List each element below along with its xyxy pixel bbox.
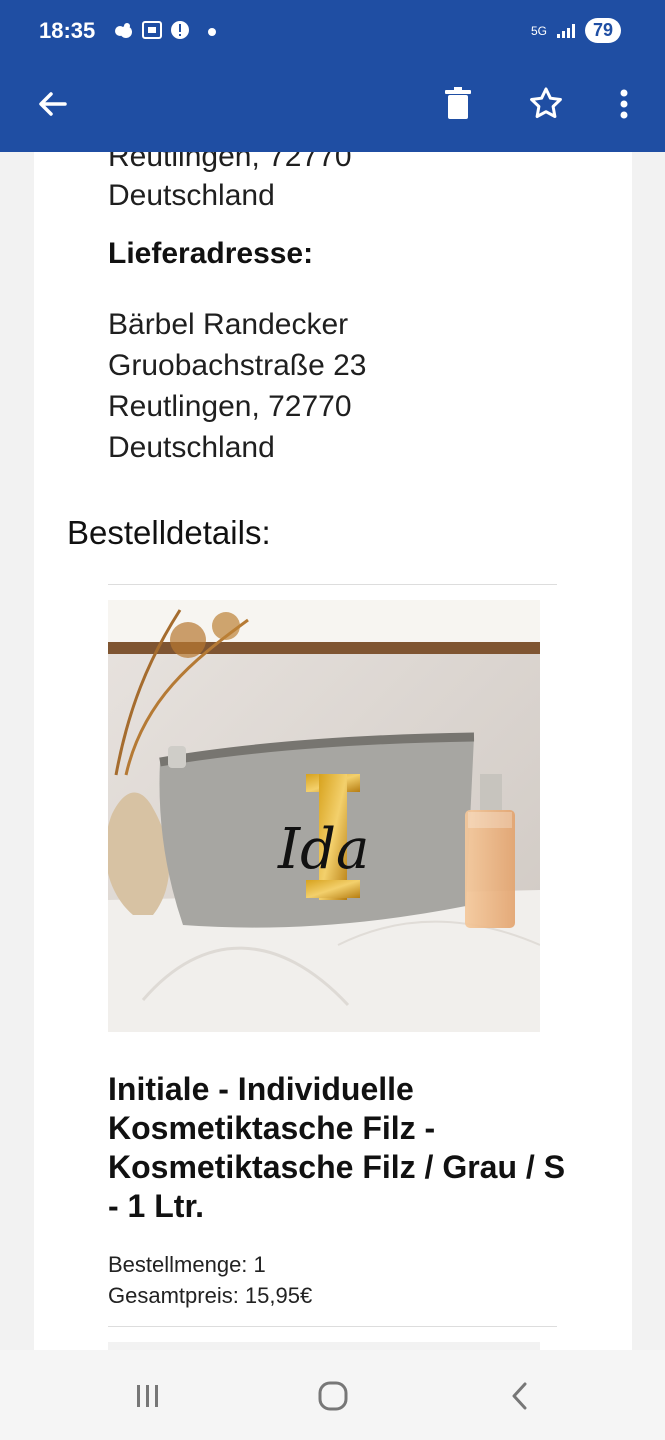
recent-apps-icon <box>137 1385 158 1407</box>
delivery-country: Deutschland <box>108 431 275 464</box>
back-navigation-button[interactable] <box>490 1372 550 1420</box>
delivery-city: Reutlingen, 72770 <box>108 390 352 423</box>
status-time: 18:35 <box>39 18 96 43</box>
alert-icon <box>171 21 189 39</box>
home-button[interactable] <box>303 1372 363 1420</box>
notification-dot <box>208 28 216 36</box>
home-icon <box>318 1381 348 1411</box>
back-button[interactable] <box>28 80 76 128</box>
order-total: Gesamtpreis: 15,95€ <box>108 1283 313 1308</box>
email-toolbar <box>0 64 665 152</box>
back-icon <box>512 1382 527 1410</box>
billing-country: Deutschland <box>108 179 275 212</box>
product-title: Initiale - Individuelle Kosmetiktasche F… <box>108 1071 566 1224</box>
product-image-name: Ida <box>277 817 369 882</box>
trash-icon <box>445 87 471 119</box>
weather-icon <box>115 23 132 38</box>
screenshot-icon <box>142 21 162 39</box>
star-button[interactable] <box>522 80 570 128</box>
more-options-button[interactable] <box>600 80 648 128</box>
order-quantity: Bestellmenge: 1 <box>108 1252 266 1277</box>
delete-button[interactable] <box>434 80 482 128</box>
email-body: Reutlingen, 72770 Deutschland Lieferadre… <box>34 152 632 1350</box>
status-icons <box>112 20 190 40</box>
system-navigation-bar <box>0 1350 665 1440</box>
arrow-left-icon <box>39 92 67 116</box>
product-photo: Ida <box>108 600 540 1032</box>
network-label: 5G <box>530 23 547 38</box>
order-details-title: Bestelldetails: <box>67 514 271 551</box>
recent-apps-button[interactable] <box>118 1372 178 1420</box>
product-image[interactable]: Ida <box>108 600 540 1032</box>
status-bar: 18:35 5G 79 <box>0 0 665 64</box>
star-icon <box>530 87 562 118</box>
billing-city: Reutlingen, 72770 <box>108 152 352 173</box>
battery-level: 79 <box>584 18 621 43</box>
signal-icon <box>556 23 575 38</box>
delivery-street: Gruobachstraße 23 <box>108 349 367 382</box>
delivery-heading: Lieferadresse: <box>108 237 314 270</box>
divider <box>108 584 557 585</box>
more-vertical-icon <box>620 89 628 119</box>
delivery-name: Bärbel Randecker <box>108 308 349 341</box>
divider <box>108 1326 557 1327</box>
right-status: 5G 79 <box>531 18 621 43</box>
